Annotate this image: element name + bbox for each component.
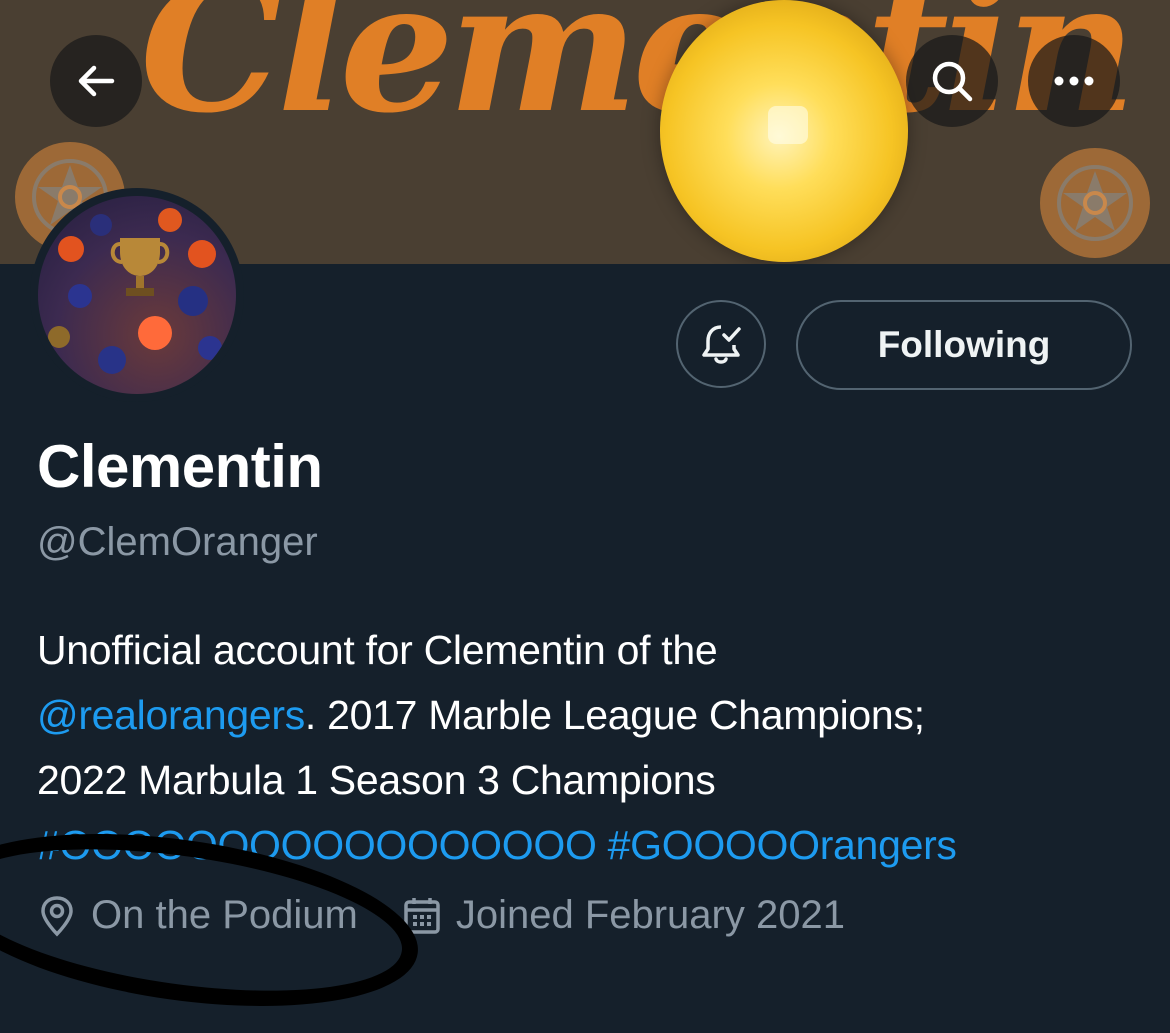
bio-text: 2022 Marbula 1 Season 3 Champions [37,757,716,803]
arrow-left-icon [78,65,115,97]
search-icon [932,61,973,102]
more-horizontal-icon [1054,76,1094,86]
bio-line: @realorangers. 2017 Marble League Champi… [37,683,1147,748]
following-button[interactable]: Following [796,300,1132,390]
back-button[interactable] [50,35,142,127]
star-badge-icon [1057,165,1133,241]
join-date-text: Joined February 2021 [455,893,845,937]
mention-link[interactable]: @realorangers [37,692,305,738]
trophy-icon [110,238,170,296]
marble-highlight [768,106,808,144]
notification-button[interactable] [676,300,766,388]
join-date: Joined February 2021 [402,893,845,938]
bio-text: . 2017 Marble League Champions; [304,692,925,738]
bio-line: Unofficial account for Clementin of the [37,618,1147,683]
bio-line: 2022 Marbula 1 Season 3 Champions [37,748,1147,813]
bell-check-icon [702,325,741,364]
hashtag-link[interactable]: #GOOOOOrangers [608,822,957,868]
sheriff-badge-right [1040,148,1150,258]
yellow-marble [660,0,908,262]
user-handle: @ClemOranger [37,520,318,564]
more-button[interactable] [1028,35,1120,127]
profile-bio: Unofficial account for Clementin of the … [37,618,1147,878]
avatar-image [38,196,236,394]
avatar[interactable] [30,188,244,402]
bio-text: Unofficial account for Clementin of the [37,627,718,673]
display-name: Clementin [37,433,323,500]
search-button[interactable] [906,35,998,127]
